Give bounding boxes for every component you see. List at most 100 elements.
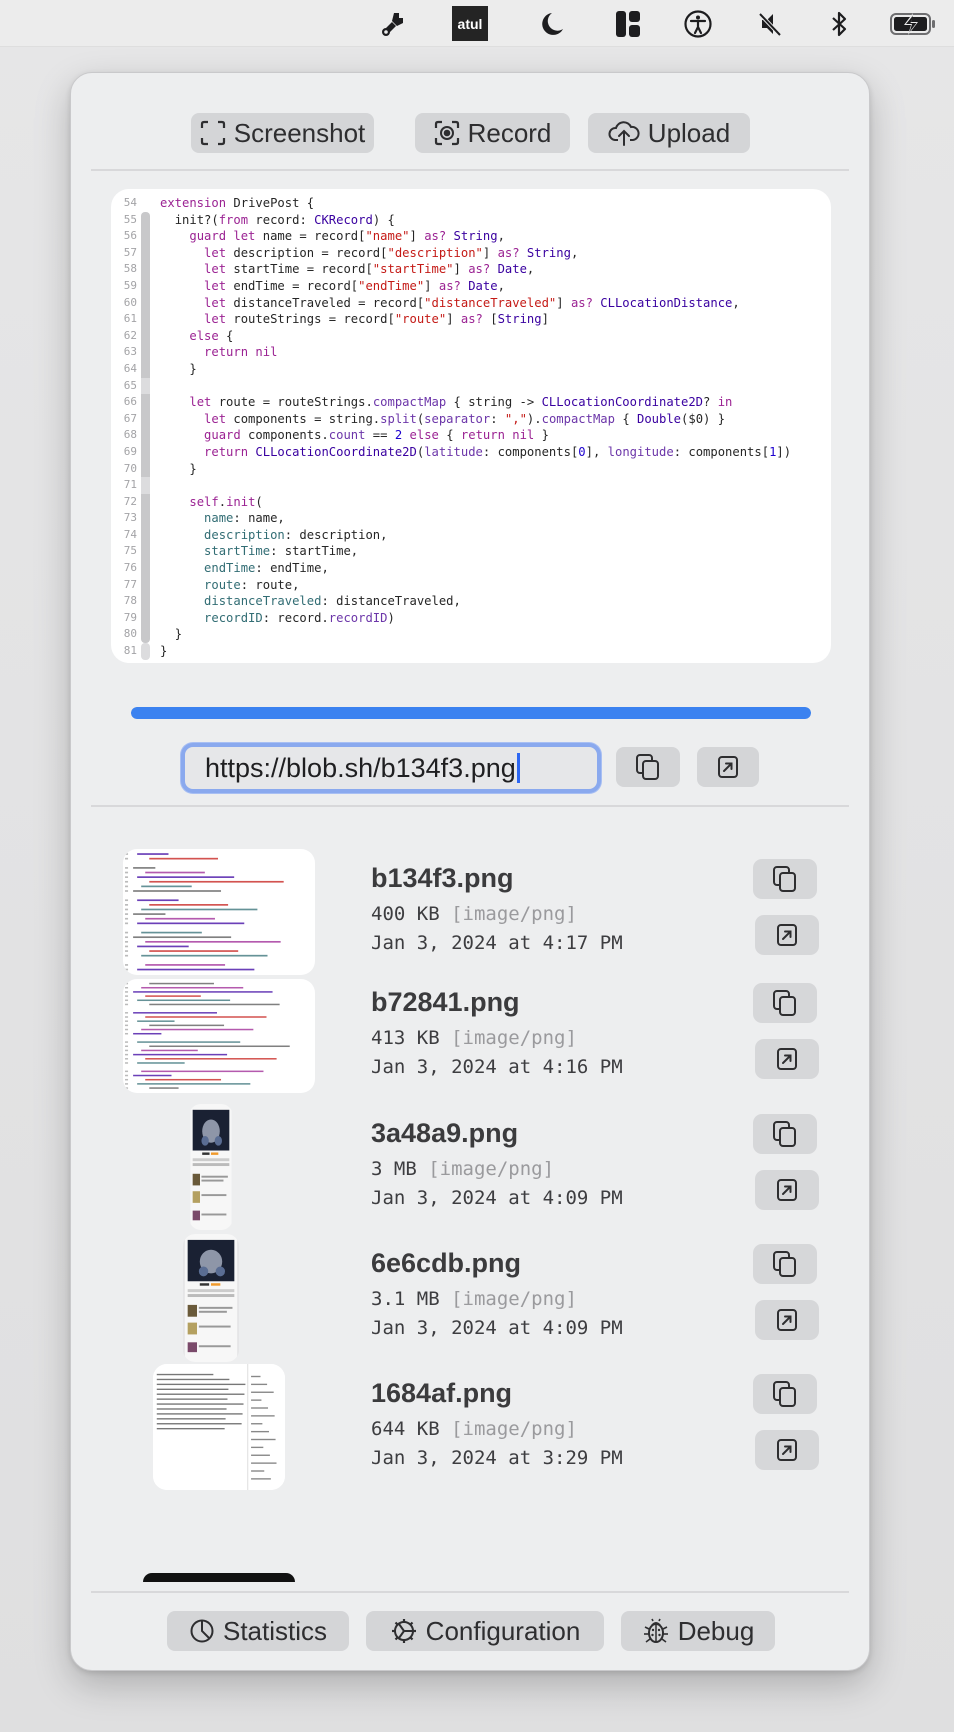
code-text: let endTime = record["endTime"] as? Date… [204, 278, 505, 293]
code-preview-text: 54 extension DrivePost {55 init?(from rec… [111, 195, 791, 660]
layout-icon[interactable] [608, 6, 648, 41]
code-text: else { [189, 328, 234, 343]
line-number: 68 [123, 428, 137, 442]
upload-button[interactable]: Upload [588, 113, 750, 153]
file-size: 413 KB [371, 1027, 440, 1049]
code-fold-ribbon [141, 427, 150, 444]
record-button[interactable]: Record [415, 113, 570, 153]
copy-icon [773, 990, 796, 1016]
moon-icon[interactable] [531, 6, 571, 41]
code-text: description: description, [204, 527, 388, 542]
line-number: 80 [123, 627, 137, 641]
open-link-button[interactable] [755, 1300, 819, 1340]
code-line: 55 init?(from record: CKRecord) { [111, 211, 791, 229]
copy-link-button[interactable] [753, 1244, 817, 1284]
code-text: let routeStrings = record["route"] as? [… [204, 312, 549, 327]
file-list-item[interactable]: 3a48a9.png 3 MB [image/png] Jan 3, 2024 at… [111, 1104, 831, 1240]
statistics-button[interactable]: Statistics [167, 1611, 349, 1651]
file-list-item[interactable]: 6e6cdb.png 3.1 MB [image/png] Jan 3, 2024 … [111, 1234, 831, 1370]
file-list-item[interactable]: b72841.png 413 KB [image/png] Jan 3, 2024 … [111, 979, 831, 1109]
code-line: 62 else { [111, 327, 791, 345]
code-line: 57 let description = record["description… [111, 244, 791, 262]
file-size: 3.1 MB [371, 1288, 440, 1310]
code-fold-ribbon [141, 294, 150, 312]
file-thumbnail-partial [143, 1573, 295, 1582]
line-number: 54 [123, 196, 137, 209]
file-list-item[interactable]: 1684af.png 644 KB [image/png] Jan 3, 2024 … [111, 1364, 831, 1500]
code-fold-ribbon [141, 526, 150, 544]
file-thumbnail[interactable] [189, 1104, 233, 1230]
code-text: self.init( [189, 494, 263, 509]
file-date: Jan 3, 2024 at 4:16 PM [371, 1056, 623, 1078]
code-line: 76 endTime: endTime, [111, 560, 791, 577]
upload-url-field[interactable]: https://blob.sh/b134f3.png [181, 743, 601, 793]
line-number: 76 [123, 561, 137, 575]
screenshot-preview[interactable]: 54 extension DrivePost {55 init?(from rec… [111, 189, 831, 663]
configuration-label: Configuration [425, 1615, 581, 1646]
file-thumbnail[interactable] [183, 1234, 239, 1362]
code-line: 73 name: name, [111, 510, 791, 527]
code-text: let startTime = record["startTime"] as? … [204, 262, 535, 277]
code-line: 71 [111, 477, 791, 494]
code-line: 75 startTime: startTime, [111, 543, 791, 561]
line-number: 57 [123, 245, 137, 259]
line-number: 59 [123, 278, 137, 292]
code-fold-ribbon [141, 327, 150, 345]
divider [91, 169, 849, 171]
code-fold-ribbon [141, 360, 150, 378]
file-date: Jan 3, 2024 at 3:29 PM [371, 1447, 623, 1469]
speaker-muted-icon[interactable] [750, 6, 790, 41]
code-text: } [160, 644, 168, 659]
code-text: guard components.count == 2 else { retur… [204, 428, 549, 443]
accessibility-icon[interactable] [678, 6, 718, 41]
code-line: 74 description: description, [111, 526, 791, 544]
open-link-button[interactable] [755, 1039, 819, 1079]
copy-link-button[interactable] [753, 859, 817, 899]
screenshot-button[interactable]: Screenshot [191, 113, 374, 153]
configuration-button[interactable]: Configuration [366, 1611, 604, 1651]
open-url-button[interactable] [697, 747, 759, 787]
file-date: Jan 3, 2024 at 4:17 PM [371, 932, 623, 954]
file-thumbnail[interactable] [123, 849, 315, 975]
code-text: recordID: record.recordID) [204, 610, 395, 625]
code-text: distanceTraveled: distanceTraveled, [204, 594, 461, 609]
open-link-button[interactable] [755, 1430, 819, 1470]
open-link-button[interactable] [755, 1170, 819, 1210]
upload-progress-fill [131, 707, 811, 719]
code-fold-ribbon [141, 211, 150, 229]
code-fold-ribbon [141, 560, 150, 577]
file-thumbnail[interactable] [123, 979, 315, 1093]
code-text: } [189, 361, 197, 376]
code-fold-ribbon [141, 195, 150, 212]
screenshot-label: Screenshot [233, 117, 366, 148]
code-line: 80 } [111, 626, 791, 644]
file-date: Jan 3, 2024 at 4:09 PM [371, 1317, 623, 1339]
file-name: 1684af.png [371, 1378, 513, 1408]
bluetooth-icon[interactable] [819, 6, 859, 41]
file-list-item[interactable]: b134f3.png 400 KB [image/png] Jan 3, 2024 … [111, 849, 831, 979]
file-thumbnail[interactable] [153, 1364, 285, 1490]
code-text: } [174, 627, 183, 642]
battery-charging-icon [888, 6, 938, 41]
file-size: 644 KB [371, 1418, 440, 1440]
line-number: 72 [123, 494, 137, 508]
atul-app-icon[interactable]: atul [452, 6, 488, 41]
copy-url-button[interactable] [616, 747, 680, 787]
copy-link-button[interactable] [753, 1374, 817, 1414]
line-number: 64 [123, 361, 137, 375]
open-link-button[interactable] [755, 915, 819, 955]
copy-link-button[interactable] [753, 983, 817, 1023]
file-size: 400 KB [371, 903, 440, 925]
line-number: 60 [123, 295, 137, 309]
divider [91, 805, 849, 807]
file-name: 6e6cdb.png [371, 1248, 522, 1278]
code-fold-ribbon [141, 443, 150, 461]
open-external-icon [777, 924, 797, 946]
copy-link-button[interactable] [753, 1114, 817, 1154]
line-number: 79 [123, 610, 137, 624]
paintbrush-icon[interactable] [372, 6, 412, 41]
code-text: let description = record["description"] … [204, 245, 579, 260]
code-text: route: route, [204, 577, 300, 592]
debug-button[interactable]: Debug [621, 1611, 775, 1651]
file-mime-type: [image/png] [451, 1288, 577, 1310]
